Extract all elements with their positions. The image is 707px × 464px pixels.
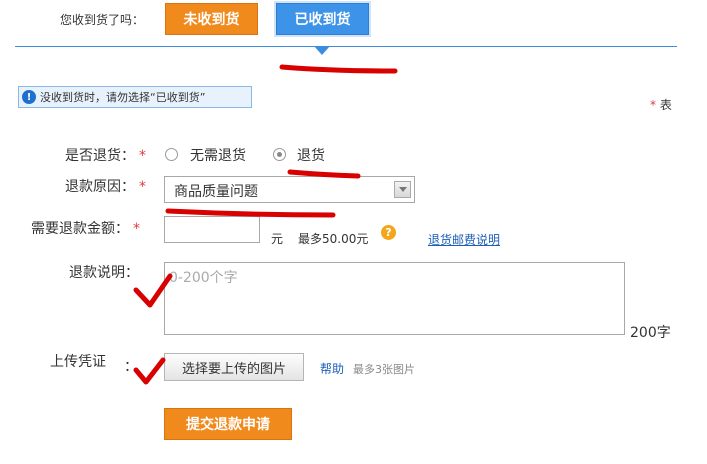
received-button[interactable]: 已收到货 [276,3,369,35]
chevron-down-icon[interactable] [394,181,411,198]
notice-banner: ! 没收到货时，请勿选择“已收到货” [18,86,252,108]
radio-return-label[interactable]: 退货 [297,145,325,165]
amount-unit: 元 [271,232,284,246]
required-star: * [650,98,656,112]
section-divider [15,46,677,47]
return-label: 是否退货： * [65,145,146,165]
description-placeholder: 0-200个字 [169,270,238,286]
description-label: 退款说明： [69,265,139,281]
upload-label: 上传凭证 [50,354,106,370]
radio-return[interactable] [273,148,286,161]
amount-label-text: 需要退款金额： [31,221,129,237]
char-counter: 200字 [630,325,671,341]
choose-image-button[interactable]: 选择要上传的图片 [164,353,304,381]
not-received-button[interactable]: 未收到货 [165,3,258,35]
return-shipping-link[interactable]: 退货邮费说明 [428,231,500,248]
return-label-text: 是否退货： [65,148,135,164]
selected-pointer-icon [314,46,330,55]
required-note: * 表 [650,96,672,113]
radio-no-return[interactable] [165,148,178,161]
reason-select-value: 商品质量问题 [174,184,258,200]
required-note-text: 表 [659,98,672,112]
underline-received-mark [279,64,398,74]
upload-help-link[interactable]: 帮助 [320,360,344,377]
reason-label: 退款原因： * [65,176,146,196]
amount-max: 最多50.00元 [298,232,369,246]
required-star: * [139,179,146,195]
reason-label-text: 退款原因： [65,179,135,195]
upload-limit: 最多3张图片 [353,363,415,376]
required-star: * [133,221,140,237]
description-textarea[interactable]: 0-200个字 [164,262,625,335]
underline-reason-mark [165,208,336,218]
received-question-label: 您收到货了吗： [60,13,145,27]
upload-colon: ： [124,359,138,375]
info-icon: ! [22,90,36,104]
notice-text: 没收到货时，请勿选择“已收到货” [40,91,206,104]
refund-amount-input[interactable] [164,216,260,243]
submit-refund-button[interactable]: 提交退款申请 [164,408,292,440]
help-icon[interactable]: ? [381,225,396,240]
checkmark-upload-mark [133,357,166,385]
required-star: * [139,148,146,164]
radio-no-return-label[interactable]: 无需退货 [190,145,246,165]
reason-select[interactable]: 商品质量问题 [164,176,415,203]
amount-label: 需要退款金额： * [31,218,140,238]
